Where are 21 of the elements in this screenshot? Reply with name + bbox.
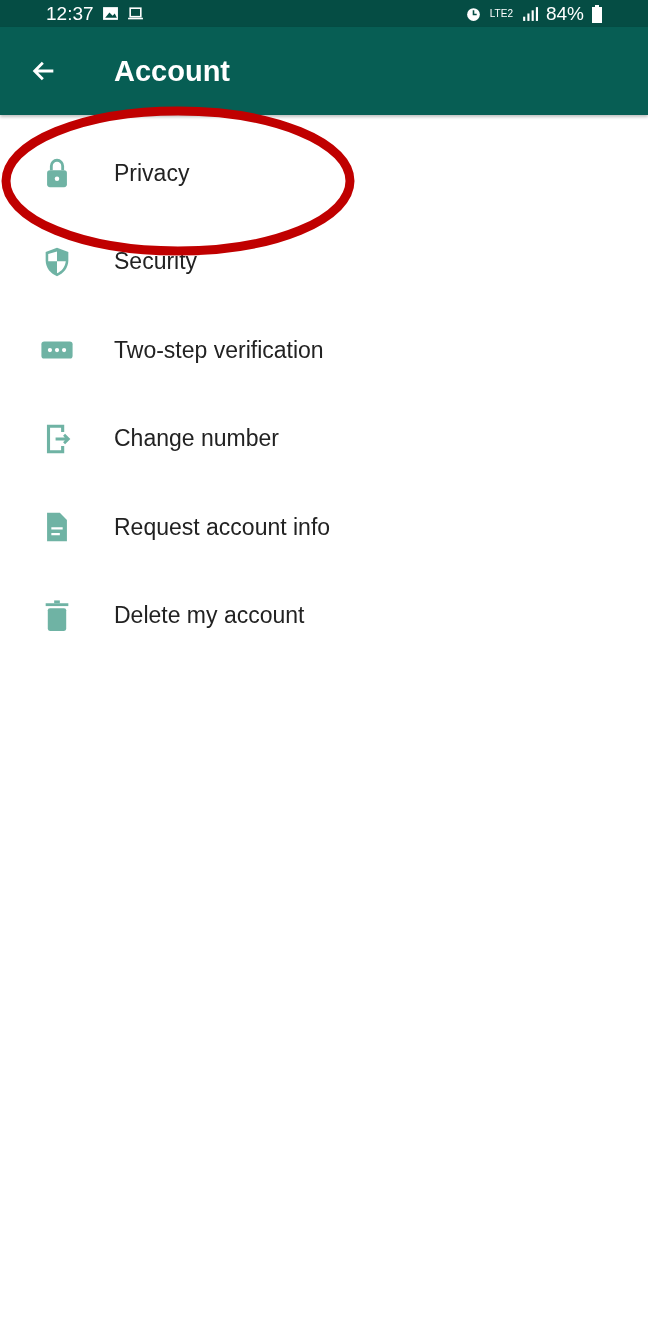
settings-item[interactable]: Change number — [0, 394, 648, 483]
item-label: Security — [114, 248, 198, 276]
laptop-icon — [126, 5, 144, 22]
network-label: LTE2 — [489, 8, 513, 19]
item-label: Privacy — [114, 159, 190, 187]
settings-item[interactable]: Delete my account — [0, 571, 648, 660]
battery-percent: 84% — [545, 2, 584, 25]
settings-item[interactable]: Request account info — [0, 483, 648, 572]
item-label: Delete my account — [114, 602, 305, 630]
item-label: Change number — [114, 425, 279, 453]
item-label: Request account info — [114, 513, 331, 541]
signal-icon — [520, 5, 538, 22]
status-time: 12:37 — [46, 2, 94, 25]
screen-title: Account — [114, 54, 230, 88]
settings-item[interactable]: Security — [0, 217, 648, 306]
item-label: Two-step verification — [114, 336, 324, 364]
alarm-icon — [464, 5, 482, 22]
image-icon — [101, 5, 119, 22]
settings-item[interactable]: Two-step verification — [0, 306, 648, 395]
settings-item[interactable]: Privacy — [0, 129, 648, 218]
battery-icon — [592, 4, 602, 23]
